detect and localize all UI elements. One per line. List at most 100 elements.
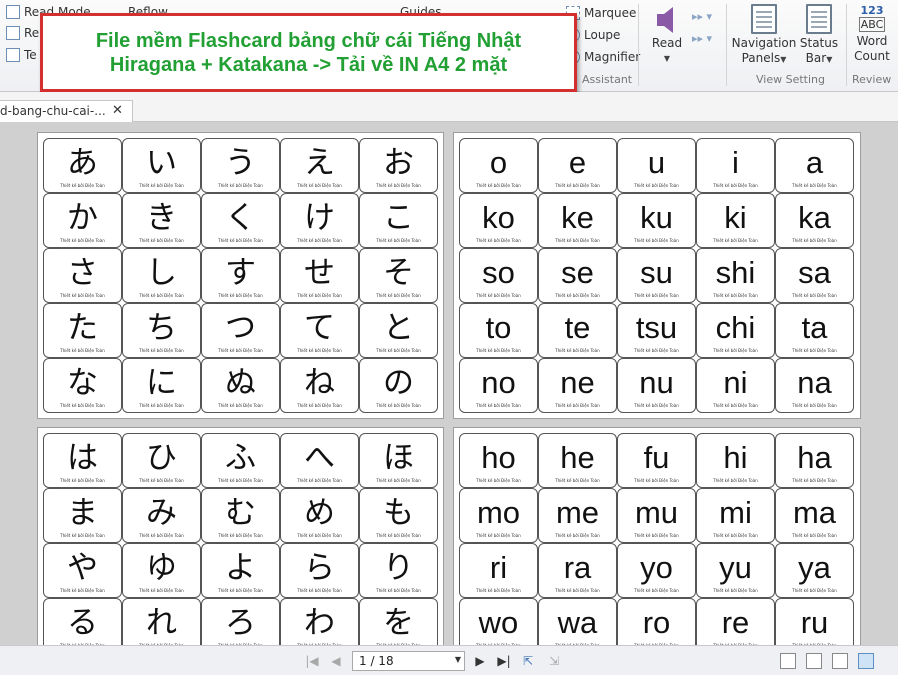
document-tab[interactable]: d-bang-chu-cai-... ✕ (0, 100, 133, 122)
single-page-view-icon[interactable] (780, 653, 796, 669)
flashcard-credit: Thiết kế bởi Điện Toàn (634, 293, 679, 298)
flashcard-credit: Thiết kế bởi Điện Toàn (634, 588, 679, 593)
flashcard-credit: Thiết kế bởi Điện Toàn (713, 588, 758, 593)
flashcard: ri Thiết kế bởi Điện Toàn (459, 543, 538, 598)
flashcard: na Thiết kế bởi Điện Toàn (775, 358, 854, 413)
navigation-panels-icon (751, 4, 777, 34)
flashcard-character: ro (642, 605, 671, 640)
document-view[interactable]: あ Thiết kế bởi Điện Toàn い Thiết kế bởi Điệ… (0, 122, 898, 645)
review-group-label: Review (852, 73, 892, 86)
flashcard-credit: Thiết kế bởi Điện Toàn (297, 403, 342, 408)
flashcard: chi Thiết kế bởi Điện Toàn (696, 303, 775, 358)
continuous-view-icon[interactable] (806, 653, 822, 669)
page-number-value: 1 / 18 (359, 654, 394, 668)
flashcard: あ Thiết kế bởi Điện Toàn (43, 138, 122, 193)
flashcard: ま Thiết kế bởi Điện Toàn (43, 488, 122, 543)
flashcard-credit: Thiết kế bởi Điện Toàn (376, 183, 421, 188)
flashcard: へ Thiết kế bởi Điện Toàn (280, 433, 359, 488)
page-dropdown-icon[interactable]: ▼ (455, 655, 461, 664)
flashcard-credit: Thiết kế bởi Điện Toàn (376, 588, 421, 593)
assistant-group-label: Assistant (582, 73, 633, 86)
flashcard-credit: Thiết kế bởi Điện Toàn (713, 183, 758, 188)
loupe-label: Loupe (584, 28, 621, 42)
continuous-facing-view-icon[interactable] (858, 653, 874, 669)
flashcard: ぬ Thiết kế bởi Điện Toàn (201, 358, 280, 413)
flashcard: reThiết kế bởi Điện Toàn (696, 598, 775, 645)
flashcard-grid: ho Thiết kế bởi Điện Toàn he Thiết kế bởi Đ… (459, 433, 854, 645)
flashcard: shi Thiết kế bởi Điện Toàn (696, 248, 775, 303)
text-button[interactable]: Te (6, 48, 37, 62)
flashcard: さ Thiết kế bởi Điện Toàn (43, 248, 122, 303)
previous-page-icon[interactable]: ◀ (328, 653, 344, 669)
flashcard-credit: Thiết kế bởi Điện Toàn (218, 478, 263, 483)
flashcard-character: ろ (225, 605, 256, 641)
read-next-icon[interactable]: ▸▸ ▾ (692, 6, 712, 28)
flashcard: む Thiết kế bởi Điện Toàn (201, 488, 280, 543)
status-bar-icon (806, 4, 832, 34)
read-button[interactable]: Read ▼ (650, 4, 684, 66)
flashcard-credit: Thiết kế bởi Điện Toàn (476, 183, 521, 188)
flashcard: く Thiết kế bởi Điện Toàn (201, 193, 280, 248)
flashcard: u Thiết kế bởi Điện Toàn (617, 138, 696, 193)
first-page-icon[interactable]: |◀ (304, 653, 320, 669)
next-view-icon[interactable]: ⇲ (546, 653, 562, 669)
flashcard-credit: Thiết kế bởi Điện Toàn (476, 533, 521, 538)
magnifier-button[interactable]: Magnifier (566, 50, 640, 64)
flashcard-credit: Thiết kế bởi Điện Toàn (60, 403, 105, 408)
flashcard: をThiết kế bởi Điện Toàn (359, 598, 438, 645)
flashcard: に Thiết kế bởi Điện Toàn (122, 358, 201, 413)
magnifier-label: Magnifier (584, 50, 641, 64)
flashcard: o Thiết kế bởi Điện Toàn (459, 138, 538, 193)
status-bar-button[interactable]: Status Bar▼ (798, 4, 840, 67)
flashcard: ya Thiết kế bởi Điện Toàn (775, 543, 854, 598)
flashcard: e Thiết kế bởi Điện Toàn (538, 138, 617, 193)
flashcard: ね Thiết kế bởi Điện Toàn (280, 358, 359, 413)
flashcard-character: を (383, 605, 414, 641)
flashcard: と Thiết kế bởi Điện Toàn (359, 303, 438, 358)
flashcard-credit: Thiết kế bởi Điện Toàn (476, 588, 521, 593)
page-number-input[interactable]: 1 / 18 ▼ (352, 651, 465, 671)
navigation-panels-button[interactable]: Navigation Panels▼ (732, 4, 796, 67)
flashcard: な Thiết kế bởi Điện Toàn (43, 358, 122, 413)
status-bar-dropdown-icon: ▼ (826, 55, 833, 64)
read-prev-icon[interactable]: ▸▸ ▾ (692, 28, 712, 50)
flashcard: ki Thiết kế bởi Điện Toàn (696, 193, 775, 248)
flashcard-credit: Thiết kế bởi Điện Toàn (555, 238, 600, 243)
read-dropdown-icon: ▼ (663, 54, 671, 63)
flashcard-credit: Thiết kế bởi Điện Toàn (297, 348, 342, 353)
ribbon-separator (846, 4, 847, 86)
flashcard: te Thiết kế bởi Điện Toàn (538, 303, 617, 358)
read-options-icons[interactable]: ▸▸ ▾ ▸▸ ▾ (692, 6, 712, 50)
flashcard: ほ Thiết kế bởi Điện Toàn (359, 433, 438, 488)
flashcard-credit: Thiết kế bởi Điện Toàn (218, 588, 263, 593)
flashcard: se Thiết kế bởi Điện Toàn (538, 248, 617, 303)
flashcard: ku Thiết kế bởi Điện Toàn (617, 193, 696, 248)
last-page-icon[interactable]: ▶| (496, 653, 512, 669)
flashcard: よ Thiết kế bởi Điện Toàn (201, 543, 280, 598)
flashcard: ら Thiết kế bởi Điện Toàn (280, 543, 359, 598)
flashcard-credit: Thiết kế bởi Điện Toàn (792, 348, 837, 353)
flashcard: ha Thiết kế bởi Điện Toàn (775, 433, 854, 488)
marquee-label: Marquee (584, 6, 637, 20)
flashcard-credit: Thiết kế bởi Điện Toàn (376, 403, 421, 408)
word-count-button[interactable]: 123 ABC Word Count (852, 4, 892, 64)
flashcard-credit: Thiết kế bởi Điện Toàn (792, 403, 837, 408)
flashcard-credit: Thiết kế bởi Điện Toàn (634, 478, 679, 483)
status-bar-label: Status (799, 36, 839, 50)
flashcard: me Thiết kế bởi Điện Toàn (538, 488, 617, 543)
reflow-small-button[interactable]: Re (6, 26, 39, 40)
page-thumbnails: あ Thiết kế bởi Điện Toàn い Thiết kế bởi Điệ… (0, 122, 898, 645)
facing-view-icon[interactable] (832, 653, 848, 669)
flashcard-credit: Thiết kế bởi Điện Toàn (476, 403, 521, 408)
previous-view-icon[interactable]: ⇱ (520, 653, 536, 669)
banner-line-2: Hiragana + Katakana -> Tải về IN A4 2 mặ… (109, 53, 508, 76)
flashcard-credit: Thiết kế bởi Điện Toàn (713, 403, 758, 408)
flashcard-credit: Thiết kế bởi Điện Toàn (297, 533, 342, 538)
document-page: ho Thiết kế bởi Điện Toàn he Thiết kế bởi Đ… (453, 427, 861, 645)
flashcard: woThiết kế bởi Điện Toàn (459, 598, 538, 645)
next-page-icon[interactable]: ▶ (472, 653, 488, 669)
word-count-icon-numbers: 123 (860, 4, 884, 17)
close-tab-icon[interactable]: ✕ (112, 103, 123, 118)
flashcard-credit: Thiết kế bởi Điện Toàn (376, 293, 421, 298)
flashcard: け Thiết kế bởi Điện Toàn (280, 193, 359, 248)
